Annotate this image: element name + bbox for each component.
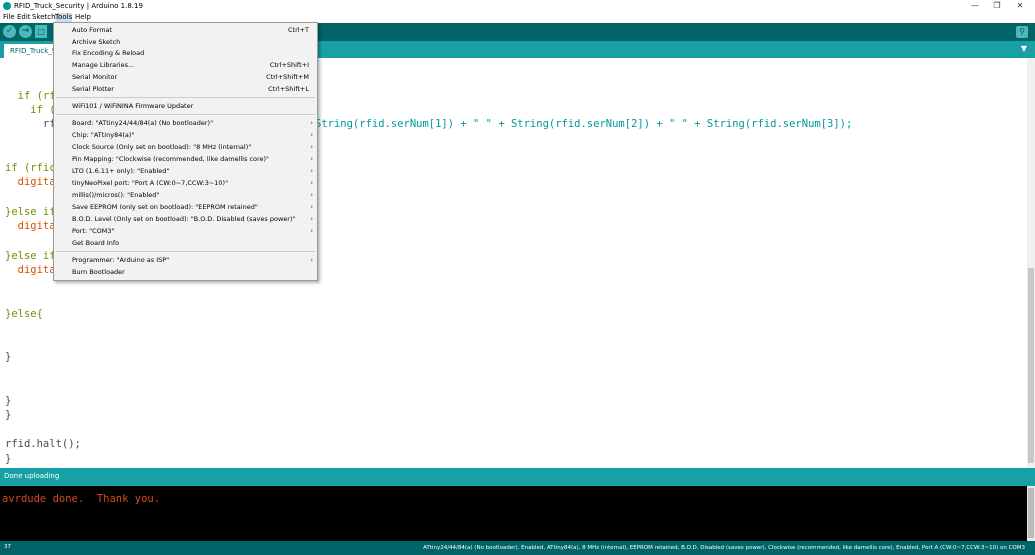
- bottom-status-bar: 37 ATtiny24/44/84(a) (No bootloader), En…: [0, 541, 1035, 555]
- menu-item-pin-mapping[interactable]: Pin Mapping: "Clockwise (recommended, li…: [54, 154, 317, 165]
- menu-item-auto-format[interactable]: Auto Format Ctrl+T: [54, 25, 317, 36]
- arduino-logo-icon: [3, 2, 11, 10]
- tab-sketch[interactable]: RFID_Truck_Security: [4, 44, 58, 58]
- status-bar: Done uploading: [0, 468, 1035, 486]
- submenu-arrow-icon: ›: [310, 179, 313, 187]
- menu-separator: [56, 251, 315, 252]
- code-line: }: [5, 351, 12, 363]
- code-line: }: [5, 395, 12, 407]
- submenu-arrow-icon: ›: [310, 167, 313, 175]
- maximize-icon[interactable]: ❐: [985, 0, 1009, 12]
- submenu-arrow-icon: ›: [310, 256, 313, 264]
- editor-scrollbar[interactable]: [1027, 58, 1035, 468]
- submenu-arrow-icon: ›: [310, 143, 313, 151]
- menu-tools[interactable]: Tools: [55, 13, 73, 22]
- menu-item-manage-libraries[interactable]: Manage Libraries... Ctrl+Shift+I: [54, 60, 317, 71]
- line-number: 37: [4, 544, 11, 550]
- code-line: digita: [5, 220, 56, 232]
- submenu-arrow-icon: ›: [310, 119, 313, 127]
- window-title: RFID_Truck_Security | Arduino 1.8.19: [14, 2, 143, 10]
- menu-item-neopixel-port[interactable]: tinyNeoPixel port: "Port A (CW:0~7,CCW:3…: [54, 178, 317, 189]
- code-line: rf: [5, 118, 56, 130]
- menu-separator: [56, 114, 315, 115]
- minimize-icon[interactable]: —: [963, 0, 987, 12]
- submenu-arrow-icon: ›: [310, 131, 313, 139]
- code-line: rfid.halt();: [5, 438, 81, 450]
- code-line: }: [5, 453, 12, 465]
- menu-item-board-info[interactable]: Get Board Info: [54, 238, 317, 249]
- editor-scroll-thumb[interactable]: [1028, 268, 1034, 463]
- console-scroll-thumb[interactable]: [1028, 488, 1034, 538]
- serial-monitor-icon[interactable]: ⚲: [1016, 26, 1028, 38]
- code-line: if (rfic: [5, 162, 56, 174]
- menu-edit[interactable]: Edit: [17, 13, 31, 22]
- title-bar: RFID_Truck_Security | Arduino 1.8.19 — ❐…: [0, 0, 1035, 12]
- menu-item-serial-plotter[interactable]: Serial Plotter Ctrl+Shift+L: [54, 84, 317, 95]
- menu-item-serial-monitor[interactable]: Serial Monitor Ctrl+Shift+M: [54, 72, 317, 83]
- menu-file[interactable]: File: [3, 13, 15, 22]
- code-line: String(rfid.serNum[1]) + " " + String(rf…: [315, 118, 853, 130]
- menu-item-burn-bootloader[interactable]: Burn Bootloader: [54, 267, 317, 278]
- menu-item-board[interactable]: Board: "ATtiny24/44/84(a) (No bootloader…: [54, 118, 317, 129]
- menu-item-programmer[interactable]: Programmer: "Arduino as ISP" ›: [54, 255, 317, 266]
- menu-item-fix-encoding[interactable]: Fix Encoding & Reload: [54, 48, 317, 59]
- console-output: avrdude done. Thank you.: [0, 486, 1035, 541]
- menu-item-bod-level[interactable]: B.O.D. Level (Only set on bootload): "B.…: [54, 214, 317, 225]
- menu-item-firmware-updater[interactable]: WiFi101 / WiFiNINA Firmware Updater: [54, 101, 317, 112]
- submenu-arrow-icon: ›: [310, 203, 313, 211]
- code-line: digita: [5, 264, 56, 276]
- menu-item-clock-source[interactable]: Clock Source (Only set on bootload): "8 …: [54, 142, 317, 153]
- menu-help[interactable]: Help: [75, 13, 91, 22]
- submenu-arrow-icon: ›: [310, 191, 313, 199]
- menu-sketch[interactable]: Sketch: [32, 13, 56, 22]
- close-icon[interactable]: ✕: [1008, 0, 1032, 12]
- code-line: }: [5, 409, 12, 421]
- submenu-arrow-icon: ›: [310, 215, 313, 223]
- console-message: avrdude done. Thank you.: [2, 493, 161, 505]
- menu-item-lto[interactable]: LTO (1.6.11+ only): "Enabled" ›: [54, 166, 317, 177]
- code-line: }else if: [5, 250, 56, 262]
- code-line: if (: [5, 104, 56, 116]
- console-scrollbar[interactable]: [1027, 486, 1035, 541]
- code-line: digita: [5, 176, 56, 188]
- menu-item-save-eeprom[interactable]: Save EEPROM (only set on bootload): "EEP…: [54, 202, 317, 213]
- tab-menu-icon[interactable]: ▼: [1019, 44, 1029, 54]
- submenu-arrow-icon: ›: [310, 227, 313, 235]
- status-text: Done uploading: [4, 472, 60, 480]
- code-line: }else if: [5, 206, 56, 218]
- upload-button[interactable]: →: [19, 25, 32, 38]
- menu-item-chip[interactable]: Chip: "ATtiny84(a)" ›: [54, 130, 317, 141]
- tools-menu-dropdown: Auto Format Ctrl+T Archive Sketch Fix Enc…: [53, 22, 318, 281]
- menu-separator: [56, 97, 315, 98]
- code-line: }else{: [5, 308, 43, 320]
- menu-item-archive-sketch[interactable]: Archive Sketch: [54, 37, 317, 48]
- verify-button[interactable]: ✓: [3, 25, 16, 38]
- board-info: ATtiny24/44/84(a) (No bootloader), Enabl…: [423, 545, 1025, 551]
- new-sketch-button[interactable]: □: [35, 25, 47, 38]
- menu-item-millis[interactable]: millis()/micros(): "Enabled" ›: [54, 190, 317, 201]
- menu-item-port[interactable]: Port: "COM3" ›: [54, 226, 317, 237]
- submenu-arrow-icon: ›: [310, 155, 313, 163]
